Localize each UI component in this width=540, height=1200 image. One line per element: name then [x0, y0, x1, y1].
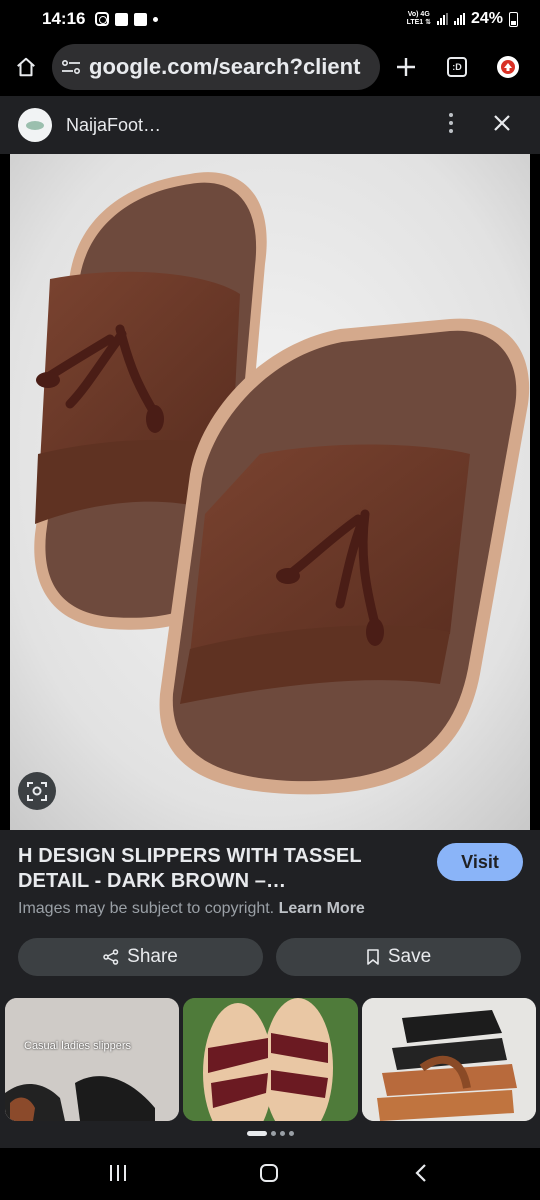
carousel-page-dots — [0, 1131, 540, 1136]
home-icon — [17, 57, 35, 77]
result-info-panel: H DESIGN SLIPPERS WITH TASSEL DETAIL - D… — [0, 830, 540, 993]
update-available-icon[interactable] — [497, 56, 519, 78]
signal-2-icon — [453, 13, 465, 25]
status-right: Vo) 4G LTE1 ⇅ 24% — [407, 10, 518, 28]
related-image-1[interactable]: Casual ladies slippers — [5, 998, 179, 1121]
home-button[interactable] — [0, 56, 52, 78]
lens-icon — [27, 782, 47, 801]
share-icon — [103, 949, 119, 965]
network-type: Vo) 4G LTE1 ⇅ — [407, 11, 431, 27]
copyright-notice: Images may be subject to copyright. Lear… — [18, 900, 365, 918]
more-notifications-dot-icon — [153, 16, 159, 22]
more-options-icon[interactable] — [442, 113, 460, 133]
result-title[interactable]: H DESIGN SLIPPERS WITH TASSEL DETAIL - D… — [18, 844, 418, 894]
visit-button[interactable]: Visit — [437, 843, 523, 881]
instagram-icon — [95, 12, 110, 26]
related-image-3[interactable] — [362, 998, 536, 1121]
lens-search-button[interactable] — [18, 772, 56, 810]
site-name[interactable]: NaijaFoot… — [66, 115, 161, 136]
browser-actions: :D — [380, 56, 540, 78]
save-button[interactable]: Save — [276, 938, 521, 976]
tab-switcher-button[interactable]: :D — [447, 57, 467, 77]
related-images: Casual ladies slippers — [0, 993, 540, 1148]
status-time: 14:16 — [42, 9, 86, 28]
notification-icons — [95, 12, 159, 26]
main-image[interactable] — [10, 154, 530, 830]
share-label: Share — [127, 946, 178, 967]
image-viewer-header: NaijaFoot… — [0, 96, 540, 154]
slippers-photo — [10, 154, 530, 830]
thumb-caption: Casual ladies slippers — [24, 1040, 131, 1052]
battery-percent: 24% — [470, 10, 503, 27]
home-nav-icon[interactable] — [258, 1162, 280, 1184]
network-type-bottom: LTE1 ⇅ — [406, 19, 431, 26]
url-text: google.com/search?client — [89, 54, 361, 79]
page-dot — [288, 1131, 294, 1136]
back-icon[interactable] — [412, 1162, 430, 1184]
browser-toolbar: google.com/search?client :D — [0, 38, 540, 96]
signal-1-icon — [436, 13, 448, 25]
save-label: Save — [387, 946, 432, 967]
learn-more-link[interactable]: Learn More — [279, 900, 365, 917]
close-icon[interactable] — [491, 112, 513, 134]
page-dot-active — [246, 1131, 267, 1136]
bookmark-icon — [367, 949, 379, 965]
recent-apps-icon[interactable] — [108, 1162, 128, 1184]
battery-icon — [509, 11, 518, 27]
network-type-top: Vo) 4G — [407, 11, 430, 18]
site-favicon — [18, 108, 52, 142]
related-image-2-photo — [183, 998, 358, 1121]
copyright-text: Images may be subject to copyright. — [18, 900, 275, 917]
notification-square-icon — [115, 12, 129, 26]
related-image-3-photo — [362, 998, 536, 1121]
system-navigation-bar — [0, 1148, 540, 1200]
site-settings-icon[interactable] — [62, 60, 80, 74]
share-button[interactable]: Share — [18, 938, 263, 976]
page-dot — [270, 1131, 276, 1136]
notification-square-icon — [134, 12, 148, 26]
status-bar: 14:16 Vo) 4G LTE1 ⇅ 24% — [0, 0, 540, 38]
related-image-1-photo — [5, 998, 179, 1121]
address-bar[interactable]: google.com/search?client — [52, 44, 380, 90]
page-dot — [279, 1131, 285, 1136]
related-image-2[interactable] — [183, 998, 358, 1121]
new-tab-icon[interactable] — [395, 56, 417, 78]
visit-label: Visit — [461, 851, 499, 872]
